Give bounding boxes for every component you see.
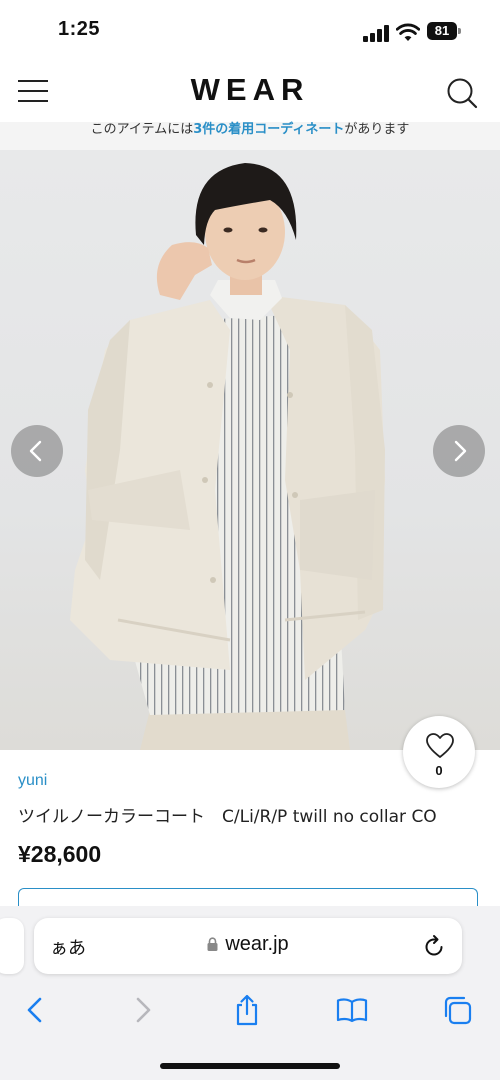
- browser-toolbar: [0, 994, 500, 1026]
- back-icon[interactable]: [20, 994, 52, 1026]
- brand-logo[interactable]: WEAR: [0, 72, 500, 108]
- signal-icon: [363, 25, 389, 42]
- chevron-left-icon: [29, 440, 42, 462]
- tabs-icon[interactable]: [442, 994, 474, 1026]
- coordinate-notice: このアイテムには3件の着用コーディネートがあります: [0, 122, 500, 150]
- battery-level: 81: [427, 22, 457, 40]
- model-photo: [70, 163, 385, 750]
- browser-bottom-bar: ぁあ wear.jp: [0, 906, 500, 1080]
- previous-tab-peek[interactable]: [0, 918, 24, 974]
- notice-prefix: このアイテムには: [90, 122, 194, 137]
- product-name: ツイルノーカラーコート C/Li/R/P twill no collar CO: [18, 807, 437, 827]
- heart-icon: [426, 733, 454, 758]
- product-image[interactable]: [0, 150, 500, 750]
- carousel-prev-button[interactable]: [11, 425, 63, 477]
- notice-suffix: があります: [344, 122, 410, 137]
- home-indicator[interactable]: [160, 1063, 340, 1069]
- url-display[interactable]: wear.jp: [34, 933, 462, 956]
- product-price: ¥28,600: [18, 841, 102, 867]
- battery-icon: 81: [427, 22, 461, 40]
- chevron-right-icon: [454, 440, 467, 462]
- share-icon[interactable]: [231, 994, 263, 1026]
- like-button[interactable]: 0: [403, 716, 475, 788]
- search-icon[interactable]: [445, 76, 479, 110]
- lock-icon: [207, 937, 218, 951]
- url-text: wear.jp: [225, 933, 289, 955]
- like-count: 0: [435, 763, 443, 778]
- address-bar[interactable]: ぁあ wear.jp: [34, 918, 462, 974]
- wifi-icon: [396, 23, 420, 41]
- app-header: WEAR: [0, 64, 500, 122]
- brand-link[interactable]: yuni: [18, 772, 47, 790]
- forward-icon[interactable]: [126, 994, 158, 1026]
- status-bar: 1:25 81: [0, 0, 500, 64]
- carousel-next-button[interactable]: [433, 425, 485, 477]
- status-time: 1:25: [58, 18, 101, 40]
- reload-icon[interactable]: [422, 934, 446, 958]
- coordinate-link[interactable]: 3件の着用コーディネート: [193, 122, 344, 137]
- bookmarks-icon[interactable]: [336, 994, 368, 1026]
